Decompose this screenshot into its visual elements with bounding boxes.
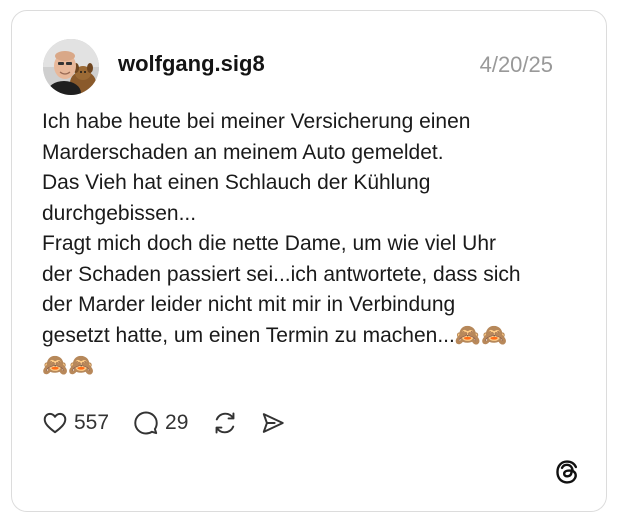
post-text-line: 🙈🙈: [42, 354, 95, 377]
post-text-line: Fragt mich doch die nette Dame, um wie v…: [42, 232, 497, 255]
reply-count: 29: [165, 411, 189, 434]
avatar[interactable]: [43, 39, 99, 95]
heart-icon: [43, 412, 67, 434]
post-text-line: Marderschaden an meinem Auto gemeldet.: [42, 140, 444, 164]
like-button[interactable]: 557: [42, 409, 109, 437]
post-actions: 557 29: [42, 409, 286, 437]
post-text-line: der Marder leider nicht mit mir in Verbi…: [42, 293, 456, 316]
post-text: Ich habe heute bei meiner Versicherung e…: [42, 107, 572, 382]
like-count: 557: [74, 411, 110, 434]
post-text-line: gesetzt hatte, um einen Termin zu machen…: [42, 323, 508, 347]
post-text-line: Das Vieh hat einen Schlauch der Kühlung: [42, 171, 431, 194]
repost-button[interactable]: [212, 410, 238, 436]
share-button[interactable]: [260, 410, 286, 436]
comment-bubble-icon: [134, 411, 158, 435]
post-date: 4/20/25: [479, 52, 553, 77]
repost-arrows-icon: [215, 412, 235, 434]
post-card: wolfgang.sig8 4/20/25 Ich habe heute bei…: [11, 10, 607, 512]
username[interactable]: wolfgang.sig8: [118, 50, 265, 78]
post-text-line: der Schaden passiert sei...ich antwortet…: [42, 262, 521, 286]
post-text-line: durchgebissen...: [42, 201, 197, 225]
avatar-photo: [43, 39, 99, 95]
reply-button[interactable]: 29: [133, 409, 188, 437]
threads-logo-icon[interactable]: [554, 459, 580, 485]
post-text-line: Ich habe heute bei meiner Versicherung e…: [42, 110, 471, 133]
send-paper-plane-icon: [263, 413, 285, 433]
